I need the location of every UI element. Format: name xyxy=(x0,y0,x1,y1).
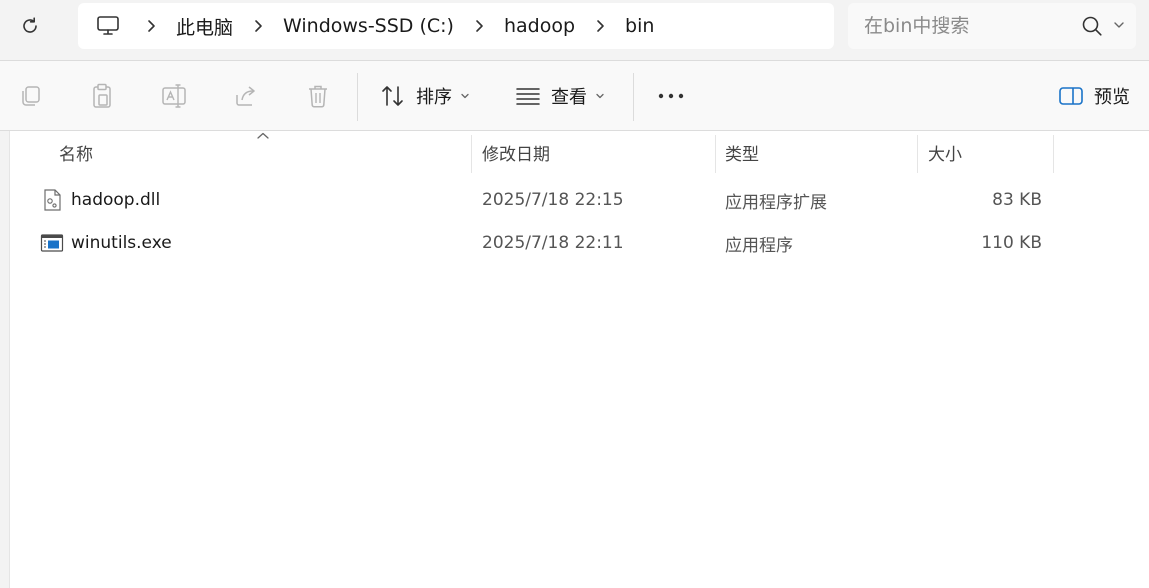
view-list-icon xyxy=(516,88,540,105)
delete-button[interactable] xyxy=(301,79,335,113)
paste-button[interactable] xyxy=(85,79,119,113)
file-list: 名称 修改日期 类型 大小 hadoop.dll 2025/7/18 22:15… xyxy=(0,131,1149,588)
address-bar[interactable]: 此电脑 Windows-SSD (C:) hadoop bin xyxy=(78,3,834,49)
exe-file-icon xyxy=(40,223,64,263)
share-icon xyxy=(236,86,255,106)
preview-pane-icon xyxy=(1059,87,1083,105)
more-icon xyxy=(658,93,684,99)
refresh-icon xyxy=(23,17,37,33)
sort-label: 排序 xyxy=(416,87,452,108)
breadcrumb-drive-c[interactable]: Windows-SSD (C:) xyxy=(273,15,464,37)
column-header-size[interactable]: 大小 xyxy=(928,131,1048,173)
column-header-name-label: 名称 xyxy=(59,144,93,165)
navigation-pane-edge[interactable] xyxy=(0,131,10,588)
column-header-size-label: 大小 xyxy=(928,144,962,165)
file-name[interactable]: winutils.exe xyxy=(71,223,172,263)
file-row[interactable]: hadoop.dll 2025/7/18 22:15 应用程序扩展 83 KB xyxy=(30,180,1060,220)
copy-icon xyxy=(22,86,40,106)
breadcrumb-hadoop[interactable]: hadoop xyxy=(494,15,585,37)
column-header-type[interactable]: 类型 xyxy=(725,131,915,173)
breadcrumb-this-pc[interactable]: 此电脑 xyxy=(166,13,243,40)
view-button[interactable]: 查看 xyxy=(515,79,605,113)
column-header-name[interactable]: 名称 xyxy=(59,131,469,173)
file-date: 2025/7/18 22:15 xyxy=(482,190,624,210)
column-separator[interactable] xyxy=(917,135,918,173)
rename-icon xyxy=(162,84,186,108)
dll-file-icon xyxy=(40,180,64,220)
breadcrumb-separator[interactable] xyxy=(136,19,166,33)
column-separator[interactable] xyxy=(471,135,472,173)
toolbar-separator xyxy=(357,73,358,121)
chevron-down-icon xyxy=(460,92,470,100)
rename-button[interactable] xyxy=(157,79,191,113)
file-type: 应用程序 xyxy=(725,235,793,256)
search-icon[interactable] xyxy=(1081,15,1103,37)
trash-icon xyxy=(309,85,327,108)
column-header-date-label: 修改日期 xyxy=(482,144,550,165)
chevron-right-icon xyxy=(597,20,604,32)
more-options-button[interactable] xyxy=(656,79,686,113)
column-header-date[interactable]: 修改日期 xyxy=(482,131,712,173)
file-date: 2025/7/18 22:11 xyxy=(482,233,624,253)
column-header-type-label: 类型 xyxy=(725,144,759,165)
breadcrumb-separator[interactable] xyxy=(585,19,615,33)
file-type: 应用程序扩展 xyxy=(725,192,827,213)
sort-button[interactable]: 排序 xyxy=(380,79,470,113)
file-size: 83 KB xyxy=(992,190,1042,210)
preview-label: 预览 xyxy=(1094,87,1130,108)
file-name[interactable]: hadoop.dll xyxy=(71,180,160,220)
sort-icon xyxy=(382,86,403,106)
chevron-right-icon xyxy=(255,20,262,32)
search-input[interactable] xyxy=(864,15,1084,37)
breadcrumb-separator[interactable] xyxy=(243,19,273,33)
column-separator[interactable] xyxy=(715,135,716,173)
address-row: 此电脑 Windows-SSD (C:) hadoop bin xyxy=(0,0,1149,58)
refresh-button[interactable] xyxy=(14,10,46,42)
clipboard-icon xyxy=(93,83,111,108)
preview-pane-button[interactable]: 预览 xyxy=(1058,79,1130,113)
chevron-right-icon xyxy=(148,20,155,32)
breadcrumb-bin[interactable]: bin xyxy=(615,15,664,37)
computer-icon xyxy=(97,16,119,35)
copy-button[interactable] xyxy=(14,79,48,113)
file-size: 110 KB xyxy=(981,233,1042,253)
search-box[interactable] xyxy=(848,3,1136,49)
breadcrumb-separator[interactable] xyxy=(464,19,494,33)
view-label: 查看 xyxy=(551,87,587,108)
command-bar: 排序 查看 预览 xyxy=(0,61,1149,131)
toolbar-separator xyxy=(633,73,634,121)
this-pc-button[interactable] xyxy=(96,15,120,37)
file-row[interactable]: winutils.exe 2025/7/18 22:11 应用程序 110 KB xyxy=(30,223,1060,263)
column-separator[interactable] xyxy=(1053,135,1054,173)
chevron-down-icon[interactable] xyxy=(1113,20,1125,30)
share-button[interactable] xyxy=(229,79,263,113)
chevron-right-icon xyxy=(476,20,483,32)
chevron-down-icon xyxy=(595,92,605,100)
